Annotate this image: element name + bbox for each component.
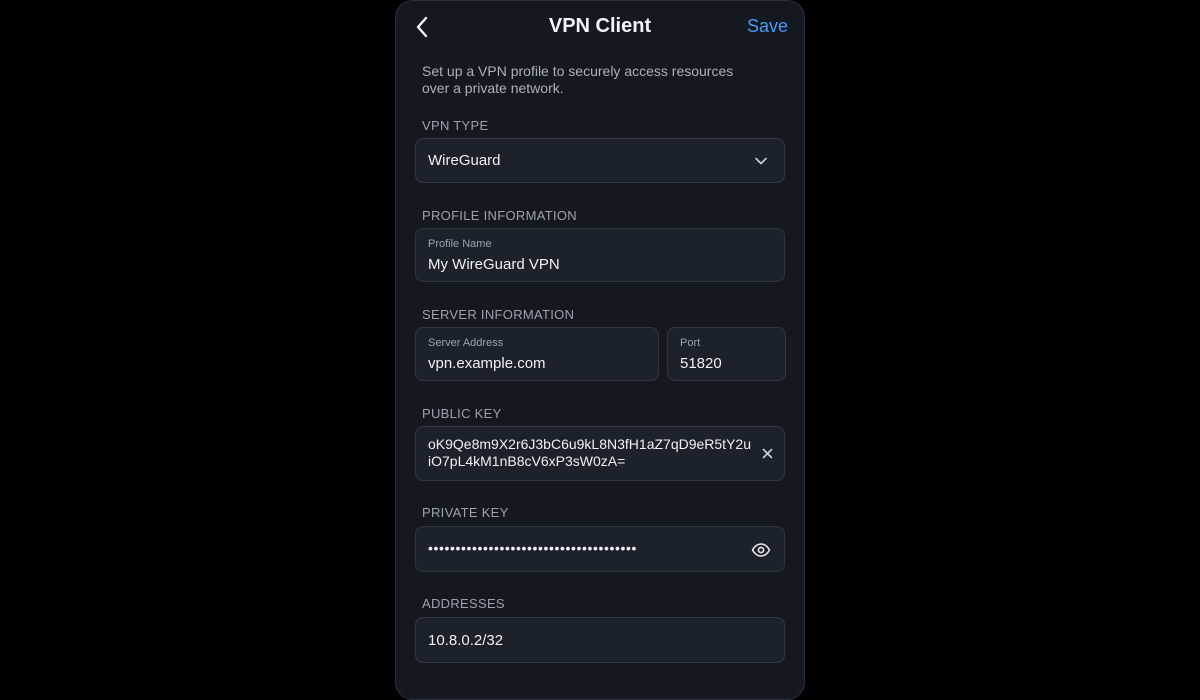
vpn-type-select[interactable]: WireGuard: [415, 138, 785, 183]
private-key-masked-value: ••••••••••••••••••••••••••••••••••••••: [428, 540, 638, 556]
server-address-value: vpn.example.com: [428, 355, 546, 372]
addresses-field[interactable]: 10.8.0.2/32: [415, 617, 785, 663]
public-key-label: PUBLIC KEY: [422, 406, 502, 421]
profile-name-field[interactable]: Profile Name My WireGuard VPN: [415, 228, 785, 282]
profile-info-label: PROFILE INFORMATION: [422, 208, 577, 223]
profile-name-label: Profile Name: [428, 238, 492, 250]
vpn-type-value: WireGuard: [428, 152, 501, 169]
addresses-value: 10.8.0.2/32: [428, 632, 504, 649]
server-info-label: SERVER INFORMATION: [422, 307, 575, 322]
server-address-field[interactable]: Server Address vpn.example.com: [415, 327, 659, 381]
eye-icon: [751, 543, 771, 557]
server-address-label: Server Address: [428, 337, 504, 349]
chevron-down-icon: [755, 157, 767, 165]
public-key-value: oK9Qe8m9X2r6J3bC6u9kL8N3fH1aZ7qD9eR5tY2u…: [428, 436, 751, 469]
port-value: 51820: [680, 355, 722, 372]
private-key-label: PRIVATE KEY: [422, 505, 509, 520]
port-label: Port: [680, 337, 701, 349]
public-key-field[interactable]: oK9Qe8m9X2r6J3bC6u9kL8N3fH1aZ7qD9eR5tY2u…: [415, 426, 785, 481]
vpn-client-screen: VPN Client Save Set up a VPN profile to …: [395, 0, 805, 700]
profile-name-value: My WireGuard VPN: [428, 256, 560, 273]
close-icon: [762, 448, 772, 458]
private-key-field[interactable]: ••••••••••••••••••••••••••••••••••••••: [415, 526, 785, 572]
page-title: VPN Client: [548, 15, 652, 37]
toggle-visibility-button[interactable]: [750, 540, 772, 560]
nav-bar: VPN Client Save: [396, 1, 804, 55]
port-field[interactable]: Port 51820: [667, 327, 786, 381]
intro-text: Set up a VPN profile to securely access …: [422, 63, 734, 96]
vpn-type-label: VPN TYPE: [422, 118, 489, 133]
addresses-label: ADDRESSES: [422, 596, 505, 611]
save-button[interactable]: Save: [747, 16, 788, 37]
clear-button[interactable]: [758, 444, 776, 462]
